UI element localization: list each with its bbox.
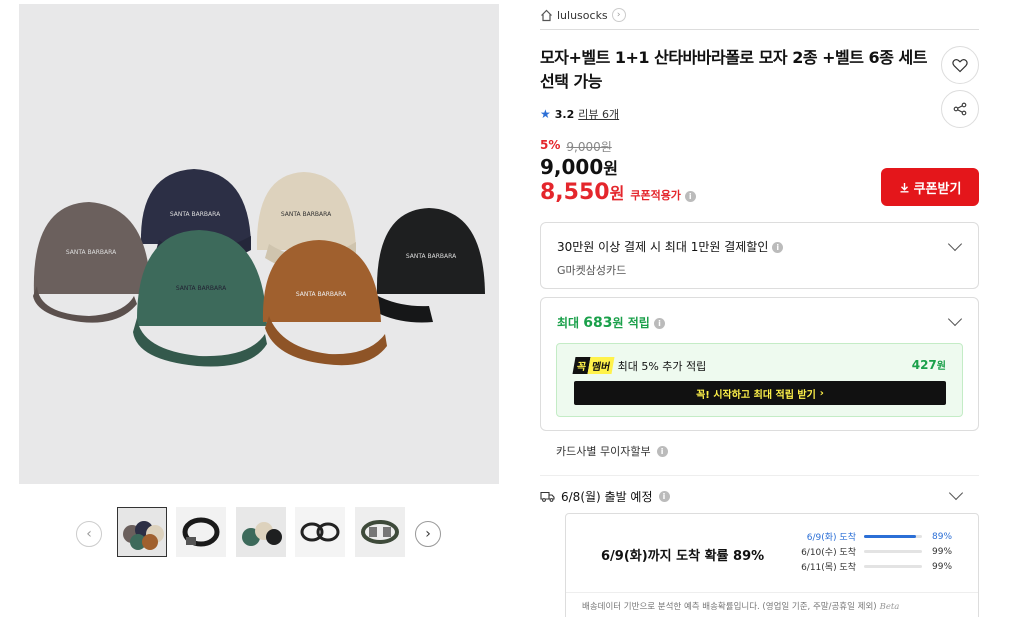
sale-price: 9,000원: [540, 155, 618, 179]
chevron-right-icon: ›: [611, 8, 626, 22]
divider: [566, 592, 978, 593]
info-icon[interactable]: i: [656, 445, 668, 457]
delivery-probability-box: 6/9(화)까지 도착 확률 89% 6/9(화) 도착 89% 6/10(수)…: [565, 513, 979, 617]
membership-join-button[interactable]: 꼭! 시작하고 최대 적립 받기 ›: [574, 381, 946, 405]
discount-row: 5% 9,000원: [540, 138, 612, 155]
rating-score: 3.2: [554, 107, 575, 121]
membership-box: 꼭 멤버 최대 5% 추가 적립 427원 꼭! 시작하고 최대 적립 받기 ›: [556, 343, 963, 417]
caps-photo: SANTA BARBARA SANTA BARBARA SANTA BARBAR…: [19, 4, 499, 484]
svg-text:SANTA BARBARA: SANTA BARBARA: [176, 285, 227, 292]
coupon-price: 8,550원 쿠폰적용가 i: [540, 180, 696, 205]
membership-points: 427원: [911, 358, 946, 372]
rating-summary: ★ 3.2 리뷰 6개: [540, 106, 619, 122]
thumbnail-belt-black[interactable]: [176, 507, 226, 557]
arrival-row: 6/9(화) 도착 89%: [806, 531, 953, 544]
coupon-download-button[interactable]: 쿠폰받기: [881, 168, 979, 206]
card-name: G마켓삼성카드: [557, 264, 627, 277]
seller-name: lulusocks: [557, 8, 608, 22]
seller-link[interactable]: lulusocks ›: [540, 6, 626, 24]
card-discount-panel[interactable]: 30만원 이상 결제 시 최대 1만원 결제할인 i G마켓삼성카드: [540, 222, 979, 289]
thumbnail-belts-set[interactable]: [295, 507, 345, 557]
chevron-down-icon[interactable]: [948, 485, 964, 501]
star-icon: ★: [540, 107, 551, 121]
points-panel: 최대 683원 적립 i 꼭 멤버 최대 5% 추가 적립 427원 꼭! 시작…: [540, 297, 979, 431]
svg-text:SANTA BARBARA: SANTA BARBARA: [170, 211, 221, 218]
arrival-row: 6/11(목) 도착 99%: [801, 561, 953, 574]
membership-text: 최대 5% 추가 적립: [617, 359, 707, 373]
discount-rate: 5%: [540, 138, 561, 152]
thumbnail-strip: ‹ ›: [76, 507, 446, 559]
info-icon[interactable]: i: [684, 190, 696, 202]
info-icon[interactable]: i: [658, 491, 670, 502]
next-arrow-icon[interactable]: ›: [415, 521, 441, 547]
share-button[interactable]: [941, 90, 979, 128]
coupon-note: 쿠폰적용가 i: [630, 187, 696, 203]
installment-info: 카드사별 무이자할부 i: [556, 443, 668, 459]
thumbnail-caps[interactable]: [117, 507, 167, 557]
reviews-link[interactable]: 리뷰 6개: [578, 106, 619, 122]
arrival-row: 6/10(수) 도착 99%: [801, 546, 953, 559]
svg-text:SANTA BARBARA: SANTA BARBARA: [296, 291, 347, 298]
chevron-down-icon[interactable]: [947, 236, 963, 252]
svg-text:SANTA BARBARA: SANTA BARBARA: [406, 253, 457, 260]
main-product-image[interactable]: SANTA BARBARA SANTA BARBARA SANTA BARBAR…: [19, 4, 499, 484]
divider: [540, 29, 979, 30]
chevron-right-icon: ›: [819, 387, 824, 399]
original-price: 9,000원: [566, 140, 612, 154]
shipping-departure[interactable]: 6/8(월) 출발 예정 i: [540, 488, 670, 505]
card-discount-text: 30만원 이상 결제 시 최대 1만원 결제할인 i: [557, 238, 784, 255]
prev-arrow-icon[interactable]: ‹: [76, 521, 102, 547]
membership-offer: 꼭 멤버 최대 5% 추가 적립: [572, 357, 707, 374]
arrival-date-list: 6/9(화) 도착 89% 6/10(수) 도착 99% 6/11(목) 도착 …: [796, 529, 956, 574]
beta-label: Beta: [879, 602, 900, 612]
delivery-note: 배송데이터 기반으로 분석한 예측 배송확률입니다. (영업일 기준, 주말/공…: [582, 602, 900, 612]
max-points: 최대 683원 적립 i: [557, 314, 665, 331]
membership-badge-label: 멤버: [587, 357, 616, 374]
info-icon[interactable]: i: [654, 318, 665, 329]
svg-text:SANTA BARBARA: SANTA BARBARA: [281, 211, 332, 218]
product-title: 모자+벨트 1+1 산타바바라폴로 모자 2종 +벨트 6종 세트 선택 가능: [540, 48, 927, 91]
download-icon: [900, 182, 909, 192]
share-icon: [953, 102, 967, 116]
wishlist-button[interactable]: [941, 46, 979, 84]
arrival-probability: 6/9(화)까지 도착 확률 89%: [601, 549, 765, 564]
heart-icon: [952, 58, 968, 72]
chevron-down-icon[interactable]: [947, 311, 963, 327]
truck-icon: [540, 491, 555, 502]
svg-text:SANTA BARBARA: SANTA BARBARA: [66, 249, 117, 256]
thumbnail-caps-2[interactable]: [236, 507, 286, 557]
home-icon: [541, 9, 552, 21]
info-icon[interactable]: i: [772, 242, 784, 253]
divider: [540, 475, 979, 476]
thumbnail-belts-mixed[interactable]: [355, 507, 405, 557]
